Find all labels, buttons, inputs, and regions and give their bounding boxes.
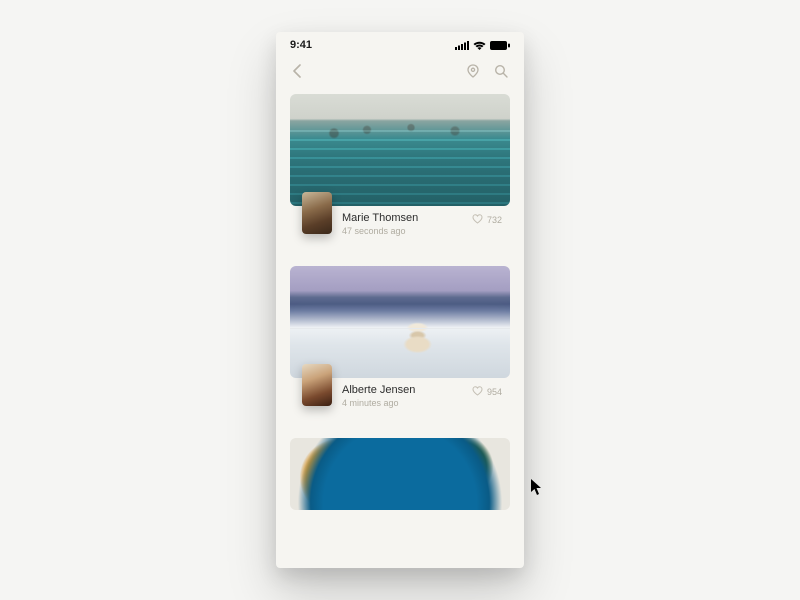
wifi-icon (473, 41, 486, 50)
back-icon[interactable] (292, 64, 302, 83)
post-image[interactable] (290, 266, 510, 378)
like-count: 732 (487, 215, 502, 225)
heart-icon (472, 214, 483, 226)
post-meta: Marie Thomsen 47 seconds ago 732 (290, 206, 510, 250)
battery-icon (490, 41, 510, 50)
avatar[interactable] (302, 192, 332, 234)
like-button[interactable]: 954 (472, 386, 502, 398)
status-indicators (455, 41, 510, 50)
search-icon[interactable] (494, 64, 508, 83)
location-pin-icon[interactable] (466, 64, 480, 83)
avatar[interactable] (302, 364, 332, 406)
like-count: 954 (487, 387, 502, 397)
status-time: 9:41 (290, 39, 312, 51)
post-timestamp: 4 minutes ago (342, 398, 472, 408)
post-image[interactable] (290, 94, 510, 206)
phone-frame: 9:41 (276, 32, 524, 568)
heart-icon (472, 386, 483, 398)
feed-card[interactable] (290, 438, 510, 510)
feed-card[interactable]: Marie Thomsen 47 seconds ago 732 (290, 94, 510, 250)
author-name[interactable]: Alberte Jensen (342, 384, 472, 396)
like-button[interactable]: 732 (472, 214, 502, 226)
author-name[interactable]: Marie Thomsen (342, 212, 472, 224)
post-meta: Alberte Jensen 4 minutes ago 954 (290, 378, 510, 422)
status-bar: 9:41 (276, 32, 524, 58)
mouse-cursor-icon (530, 478, 544, 501)
feed-card[interactable]: Alberte Jensen 4 minutes ago 954 (290, 266, 510, 422)
post-timestamp: 47 seconds ago (342, 226, 472, 236)
nav-bar (276, 58, 524, 88)
feed-list[interactable]: Marie Thomsen 47 seconds ago 732 Alberte… (276, 88, 524, 510)
cellular-signal-icon (455, 41, 469, 50)
post-image[interactable] (290, 438, 510, 510)
